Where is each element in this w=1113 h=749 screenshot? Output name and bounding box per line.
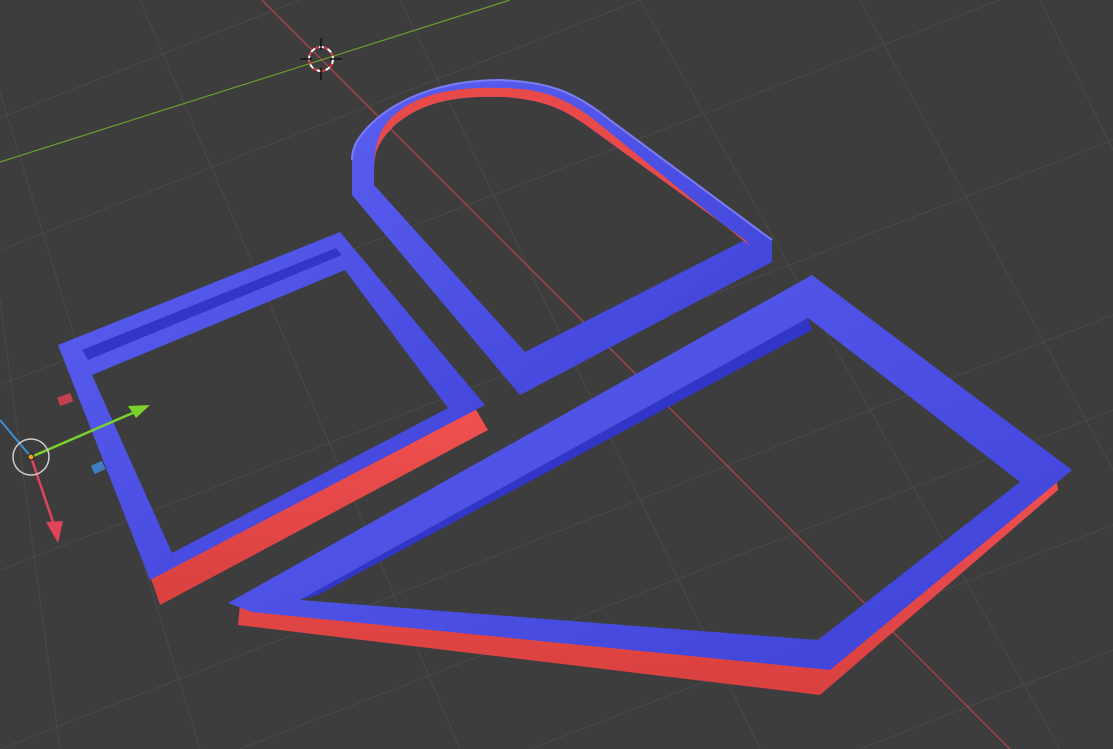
gizmo-xz-plane-handle[interactable]	[57, 392, 74, 407]
gizmo-pivot-icon[interactable]	[27, 453, 35, 461]
gizmo-x-axis[interactable]	[29, 456, 56, 526]
gizmo-z-axis[interactable]	[0, 419, 32, 458]
gizmo-x-arrow-icon[interactable]	[46, 521, 63, 543]
3d-viewport[interactable]	[0, 0, 1113, 749]
rectangle-frame-inner-lip	[82, 248, 342, 360]
arch-frame-inner-red	[374, 87, 750, 246]
gizmo-y-arrow-icon[interactable]	[128, 405, 150, 418]
gizmo-yz-plane-handle[interactable]	[90, 460, 106, 475]
